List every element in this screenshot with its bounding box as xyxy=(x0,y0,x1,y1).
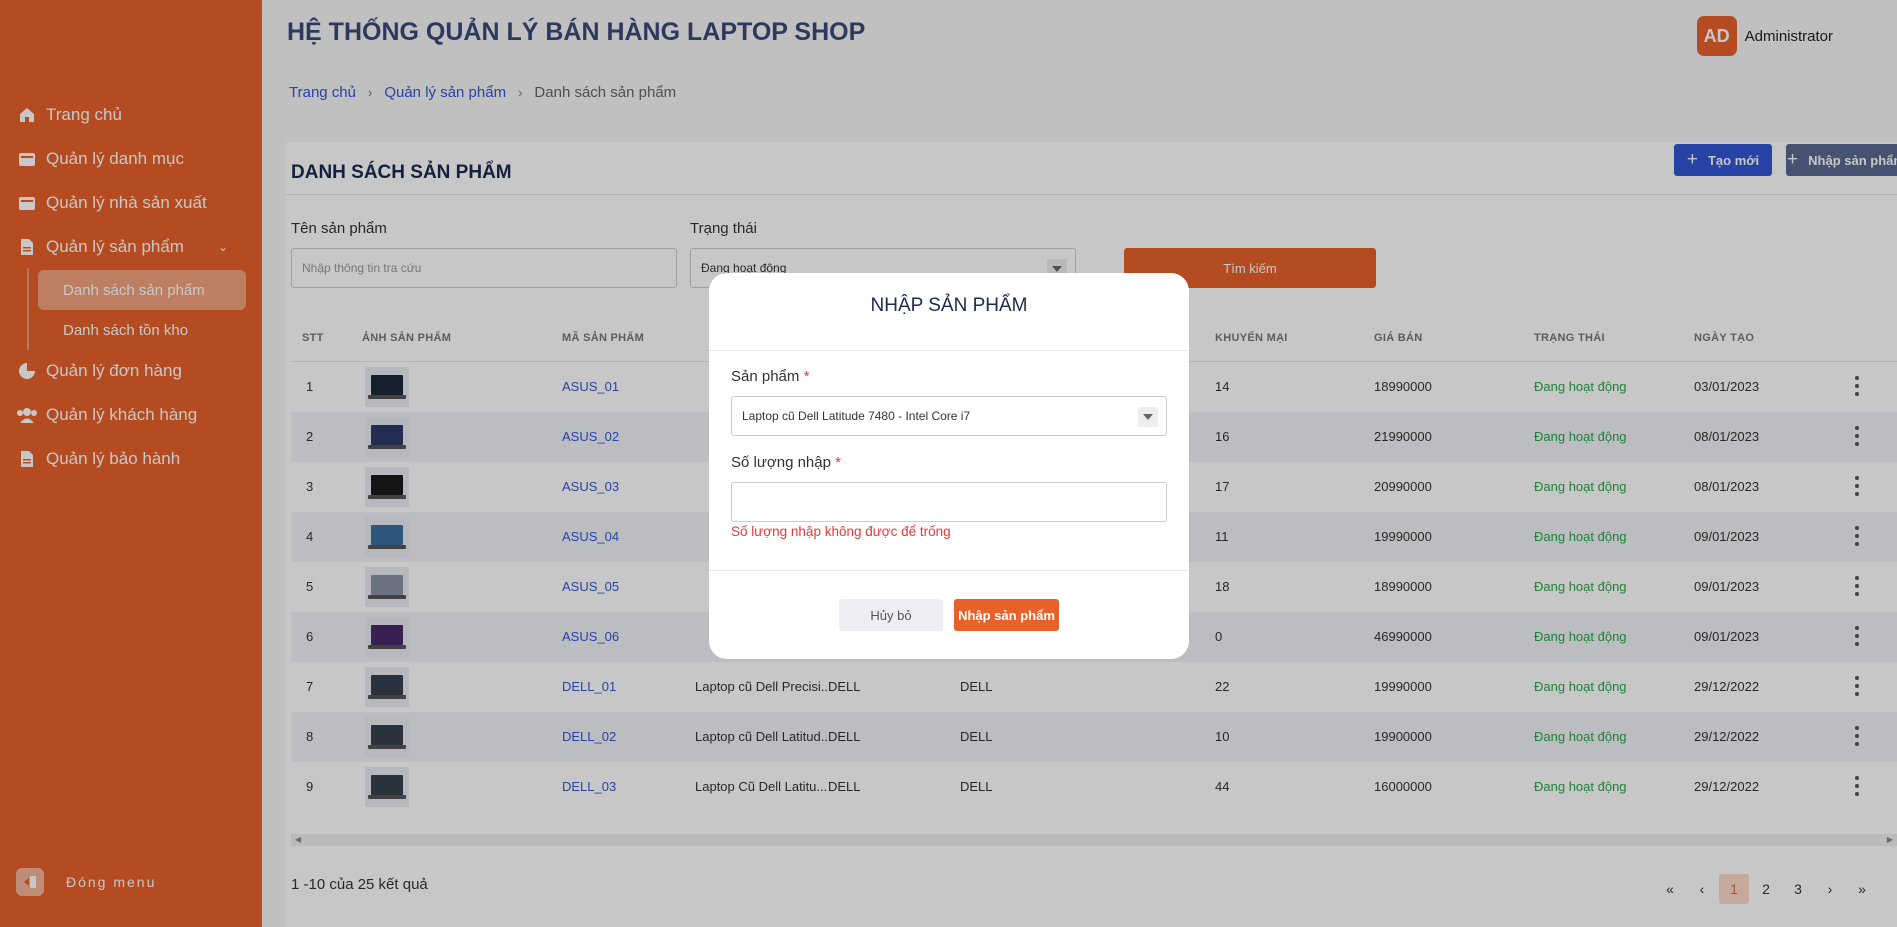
quantity-error-message: Số lượng nhập không được để trống xyxy=(731,524,951,539)
product-select-value: Laptop cũ Dell Latitude 7480 - Intel Cor… xyxy=(742,409,971,423)
quantity-field-label: Số lượng nhập * xyxy=(731,454,841,471)
product-label-text: Sản phẩm xyxy=(731,368,800,385)
product-select[interactable]: Laptop cũ Dell Latitude 7480 - Intel Cor… xyxy=(731,396,1167,436)
quantity-label-text: Số lượng nhập xyxy=(731,454,831,471)
chevron-down-icon xyxy=(1138,407,1158,427)
divider xyxy=(709,570,1189,571)
required-mark: * xyxy=(803,368,810,385)
import-product-modal: NHẬP SẢN PHẨM Sản phẩm * Laptop cũ Dell … xyxy=(709,273,1189,659)
modal-title: NHẬP SẢN PHẨM xyxy=(870,295,1028,316)
import-submit-button[interactable]: Nhập sản phẩm xyxy=(954,599,1059,631)
required-mark: * xyxy=(835,454,841,471)
quantity-input[interactable] xyxy=(731,482,1167,522)
product-field-label: Sản phẩm * xyxy=(731,368,809,385)
divider xyxy=(709,350,1189,351)
cancel-button[interactable]: Hủy bỏ xyxy=(839,599,943,631)
